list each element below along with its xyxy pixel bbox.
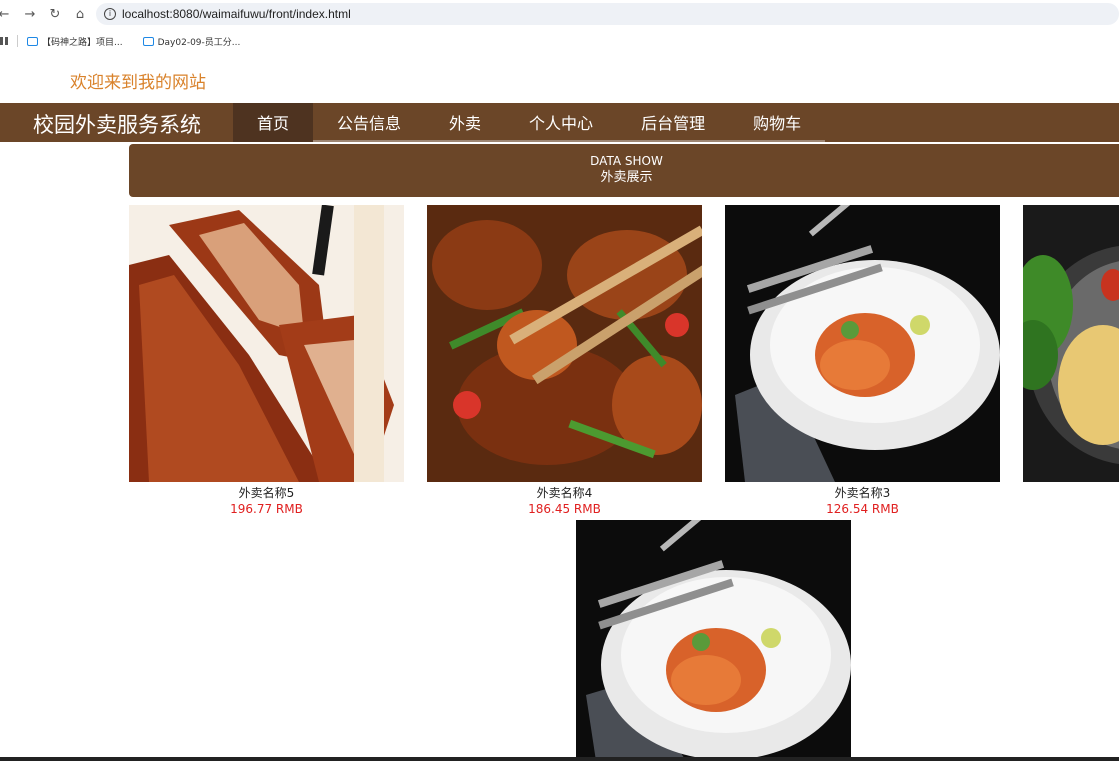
product-name[interactable]: 外卖名称5 <box>129 485 404 501</box>
bookmark-label: 【码神之路】项目... <box>42 37 123 48</box>
browser-toolbar: ← → ↻ ⌂ i localhost:8080/waimaifuwu/fron… <box>0 0 1119 28</box>
nav-item-profile[interactable]: 个人中心 <box>505 103 618 142</box>
back-icon[interactable]: ← <box>0 4 14 24</box>
bookmarks-bar: 【码神之路】项目... Day02-09-员工分... <box>0 30 1119 52</box>
section-title-cn: 外卖展示 <box>600 170 653 185</box>
forward-icon[interactable]: → <box>20 4 40 24</box>
bookmark-item[interactable]: Day02-09-员工分... <box>142 35 241 48</box>
nav-item-announcements[interactable]: 公告信息 <box>313 103 426 142</box>
product-image-pasta[interactable] <box>1023 205 1119 482</box>
address-bar[interactable]: i localhost:8080/waimaifuwu/front/index.… <box>96 3 1119 25</box>
welcome-text: 欢迎来到我的网站 <box>70 73 206 93</box>
nav-item-home[interactable]: 首页 <box>233 103 314 142</box>
apps-grid-icon[interactable] <box>0 37 8 45</box>
url-text[interactable]: localhost:8080/waimaifuwu/front/index.ht… <box>122 7 351 21</box>
nav-item-admin[interactable]: 后台管理 <box>617 103 730 142</box>
product-card[interactable]: 外卖名称5 196.77 RMB <box>129 205 404 518</box>
taskbar-edge <box>0 757 1119 761</box>
bookmarks-divider <box>17 35 18 47</box>
product-card[interactable] <box>1023 205 1119 482</box>
product-image-bbq-pork[interactable] <box>129 205 404 482</box>
product-name[interactable]: 外卖名称3 <box>725 485 1000 501</box>
info-icon[interactable]: i <box>104 8 116 20</box>
site-brand[interactable]: 校园外卖服务系统 <box>33 109 201 139</box>
product-card[interactable]: 外卖名称3 126.54 RMB <box>725 205 1000 518</box>
product-card[interactable] <box>576 520 851 761</box>
product-card[interactable]: 外卖名称4 186.45 RMB <box>427 205 702 518</box>
bilibili-icon <box>27 36 38 46</box>
product-image-shrimp-plate[interactable] <box>576 520 851 761</box>
bilibili-icon <box>142 36 154 46</box>
product-image-stir-fry[interactable] <box>427 205 702 482</box>
product-price: 126.54 RMB <box>826 502 899 516</box>
section-title: DATA SHOW 外卖展示 <box>129 144 1119 197</box>
nav-item-takeout[interactable]: 外卖 <box>425 103 506 142</box>
main-navbar: 校园外卖服务系统 首页 公告信息 外卖 个人中心 后台管理 购物车 <box>0 103 1119 142</box>
bookmark-label: Day02-09-员工分... <box>157 37 241 48</box>
product-name[interactable]: 外卖名称4 <box>427 485 702 501</box>
product-price: 186.45 RMB <box>528 502 601 516</box>
product-image-shrimp-plate[interactable] <box>725 205 1000 482</box>
home-icon[interactable]: ⌂ <box>70 4 90 24</box>
bookmark-item[interactable]: 【码神之路】项目... <box>27 35 123 48</box>
product-price: 196.77 RMB <box>230 502 303 516</box>
section-title-en: DATA SHOW <box>590 154 663 168</box>
nav-menu: 首页 公告信息 外卖 个人中心 后台管理 购物车 <box>233 103 826 142</box>
reload-icon[interactable]: ↻ <box>45 4 65 24</box>
nav-item-cart[interactable]: 购物车 <box>729 103 826 142</box>
